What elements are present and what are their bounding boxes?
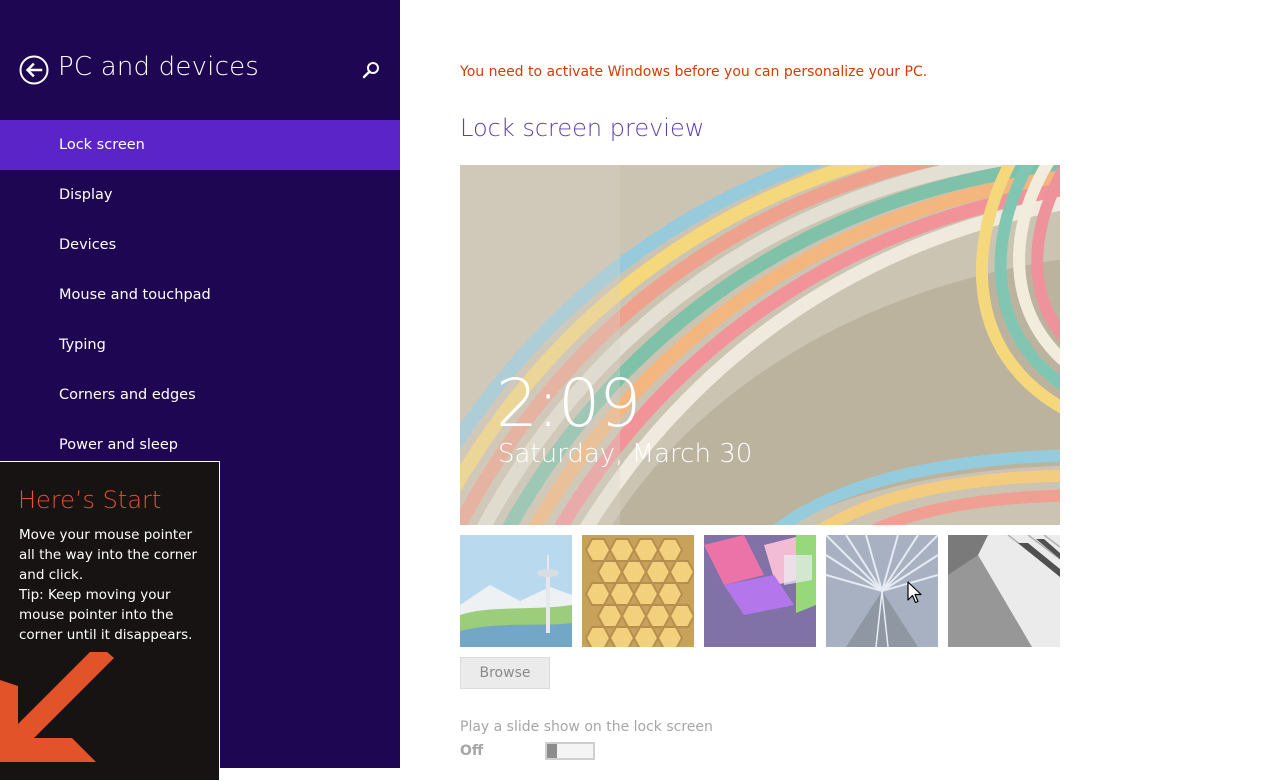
thumbnail-honeycomb[interactable]	[582, 535, 694, 647]
start-tip-popup: Here’s Start Move your mouse pointer all…	[0, 461, 220, 781]
sidebar-item-label: Mouse and touchpad	[59, 287, 211, 303]
lock-screen-preview: 2:09 Saturday, March 30	[460, 165, 1060, 525]
sidebar-item-devices[interactable]: Devices	[0, 220, 400, 270]
thumbnail-piano-keys[interactable]	[948, 535, 1060, 647]
sidebar-item-label: Display	[59, 187, 113, 203]
mouse-cursor-icon	[907, 581, 922, 604]
preview-dim-overlay	[460, 165, 1060, 525]
toggle-thumb[interactable]	[547, 744, 557, 758]
sidebar-item-label: Lock screen	[59, 137, 145, 153]
back-arrow-icon	[19, 55, 49, 85]
tip-line: all the way into the corner	[19, 547, 198, 563]
preview-date: Saturday, March 30	[498, 439, 753, 469]
sidebar-item-label: Devices	[59, 237, 117, 253]
page-title: PC and devices	[58, 52, 260, 82]
slideshow-label: Play a slide show on the lock screen	[460, 719, 713, 735]
tip-line: and click.	[19, 567, 84, 583]
thumbnail-space-needle[interactable]	[460, 535, 572, 647]
tip-line: Move your mouse pointer	[19, 527, 193, 543]
browse-button[interactable]: Browse	[460, 657, 550, 689]
sidebar-item-label: Typing	[59, 337, 106, 353]
sidebar-item-mouse-and-touchpad[interactable]: Mouse and touchpad	[0, 270, 400, 320]
activation-warning: You need to activate Windows before you …	[460, 64, 928, 80]
sidebar-item-typing[interactable]: Typing	[0, 320, 400, 370]
preview-time: 2:09	[496, 365, 641, 442]
slideshow-state: Off	[460, 743, 484, 759]
sidebar-item-label: Corners and edges	[59, 387, 196, 403]
sidebar-item-corners-and-edges[interactable]: Corners and edges	[0, 370, 400, 420]
back-button[interactable]	[19, 55, 49, 85]
search-icon	[362, 62, 379, 79]
tip-line: corner until it disappears.	[19, 627, 193, 643]
thumbnail-geometric-shapes[interactable]	[704, 535, 816, 647]
corner-arrow-icon	[0, 652, 114, 762]
sidebar-item-lock-screen[interactable]: Lock screen	[0, 120, 400, 170]
section-heading: Lock screen preview	[460, 114, 705, 142]
sidebar-item-display[interactable]: Display	[0, 170, 400, 220]
tip-line: mouse pointer into the	[19, 607, 174, 623]
tip-title: Here’s Start	[18, 486, 162, 514]
slideshow-toggle[interactable]	[545, 742, 595, 760]
search-button[interactable]	[360, 60, 382, 82]
tip-body: Move your mouse pointer all the way into…	[19, 525, 209, 645]
tip-line: Tip: Keep moving your	[19, 587, 171, 603]
